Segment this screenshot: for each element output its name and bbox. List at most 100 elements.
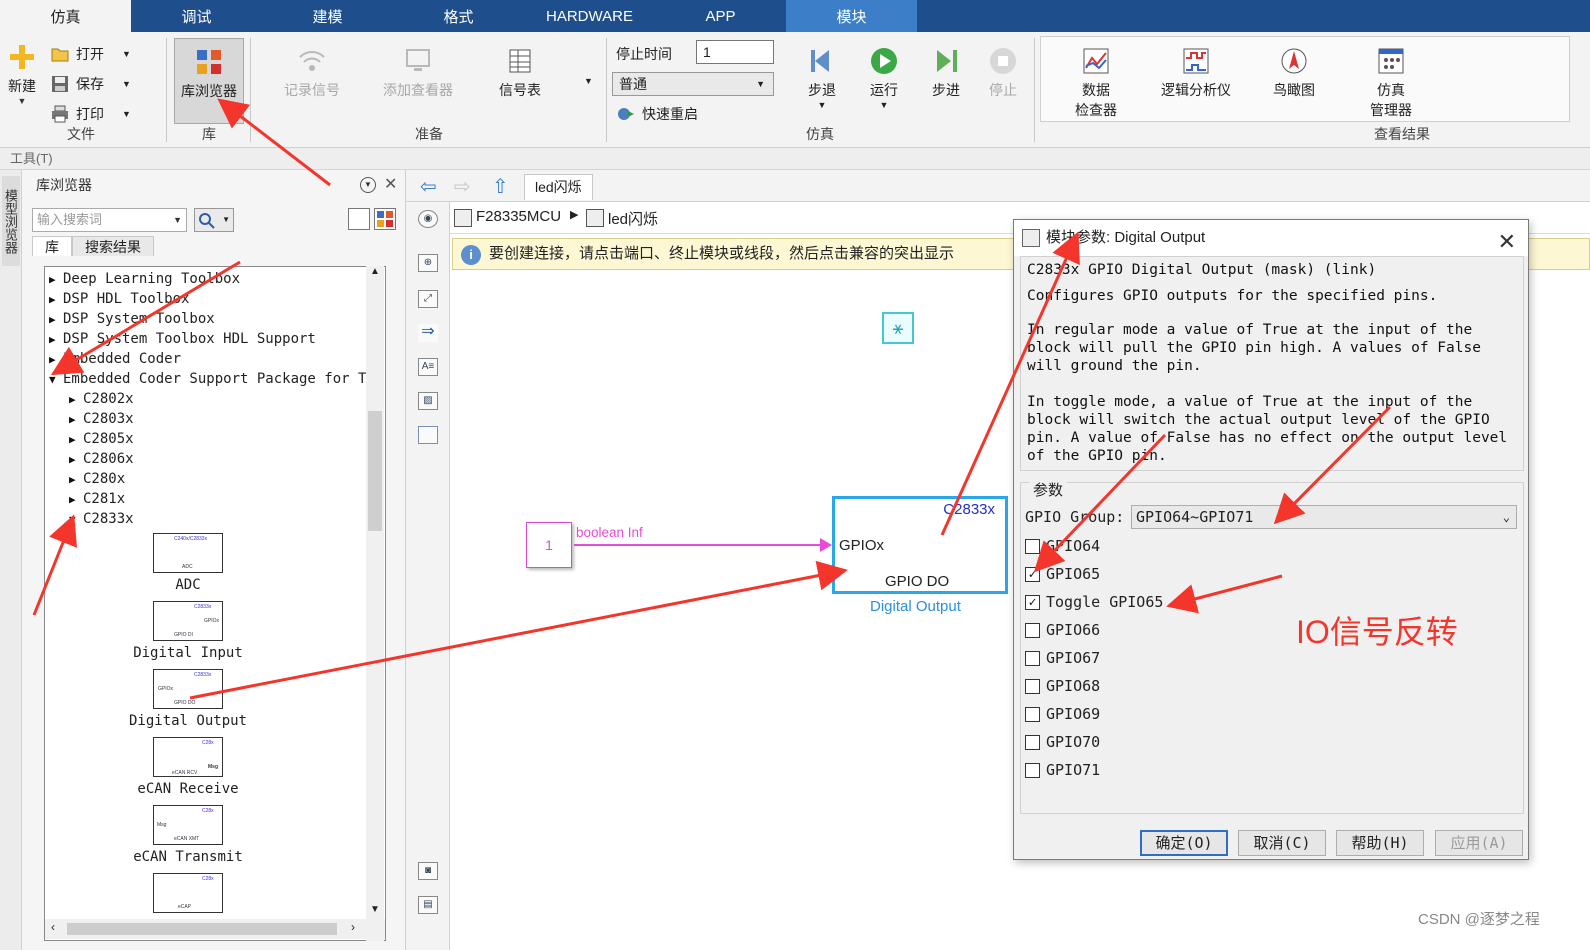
close-icon[interactable]: ✕ [1498,224,1516,260]
scroll-right-icon[interactable]: › [351,920,355,934]
fast-restart-button[interactable]: 快速重启 [616,104,698,124]
model-explorer-icon[interactable]: ▤ [418,896,438,914]
model-tab[interactable]: led闪烁 [524,174,593,200]
ecan-transmit-block-thumbnail[interactable]: C28x Msg eCAN XMT [153,805,223,845]
scroll-thumb[interactable] [368,411,382,531]
hardware-config-icon[interactable]: ⚹ [882,312,914,344]
scroll-left-icon[interactable]: ‹ [51,920,55,934]
arrow-right-icon[interactable]: ⇒ [418,324,438,342]
checkbox-gpio70[interactable]: GPIO70 [1025,733,1100,751]
grid-view-icon[interactable] [374,208,396,230]
step-back-button[interactable]: 步退 ▼ [796,46,848,110]
camera-icon[interactable]: ◙ [418,862,438,880]
back-arrow-icon[interactable]: ⇦ [420,174,437,199]
adc-block-thumbnail[interactable]: C240x/C2833x ADC [153,533,223,573]
checkbox-gpio67[interactable]: GPIO67 [1025,649,1100,667]
image-icon[interactable]: ▨ [418,392,438,410]
step-forward-button[interactable]: 步进 [920,46,972,100]
open-button[interactable]: 打开 ▼ [50,44,131,64]
new-button[interactable]: 新建 ▼ [4,42,40,106]
checkbox-gpio64[interactable]: GPIO64 [1025,537,1100,555]
checkbox-gpio69[interactable]: GPIO69 [1025,705,1100,723]
gpio-group-select[interactable]: GPIO64~GPIO71 ⌄ [1131,505,1517,529]
panel-menu-icon[interactable]: ▼ [360,177,376,193]
model-browser-tab[interactable]: 模型浏览器 [2,176,20,266]
zoom-in-icon[interactable]: ⊕ [418,254,438,272]
ecap-block-thumbnail[interactable]: C28x eCAP [153,873,223,913]
tab-search-results[interactable]: 搜索结果 [72,236,154,256]
up-arrow-icon[interactable]: ⇧ [492,174,509,199]
tree-item[interactable]: ▶ C2803x [69,409,134,429]
tab-apps[interactable]: APP [655,0,786,32]
tree-item[interactable]: ▶ C2806x [69,449,134,469]
tree-item[interactable]: ▶ C280x [69,469,125,489]
horizontal-scrollbar[interactable]: ‹ › [45,919,385,939]
digital-output-block[interactable]: C2833x GPIOx GPIO DO [832,496,1008,594]
save-button[interactable]: 保存 ▼ [50,74,131,94]
forward-arrow-icon[interactable]: ⇨ [454,174,471,199]
signal-line[interactable] [574,544,824,546]
ok-button[interactable]: 确定(O) [1140,830,1228,856]
tree-item[interactable]: ▶ Embedded Coder [49,349,181,369]
tree-item[interactable]: ▶ C2805x [69,429,134,449]
scroll-down-icon[interactable]: ▼ [370,904,380,915]
list-view-icon[interactable] [348,208,370,230]
stop-button[interactable]: 停止 [980,46,1026,100]
tab-simulation[interactable]: 仿真 [0,0,131,32]
annotation-icon[interactable]: A≡ [418,358,438,376]
tree-item[interactable]: ▼ C2833x [69,509,134,529]
checkbox-gpio65[interactable]: ✓ GPIO65 [1025,565,1100,583]
tab-library[interactable]: 库 [32,236,72,256]
tab-format[interactable]: 格式 [393,0,524,32]
fit-view-icon[interactable]: ⤢ [418,290,438,308]
search-button[interactable]: ▼ [194,208,234,232]
tree-item[interactable]: ▶ DSP System Toolbox HDL Support [49,329,316,349]
block-name-label[interactable]: Digital Output [870,598,961,615]
block-body-label: GPIO DO [885,573,950,590]
tree-item[interactable]: ▶ C2802x [69,389,134,409]
checkbox-gpio68[interactable]: GPIO68 [1025,677,1100,695]
logic-analyzer-button[interactable]: 逻辑分析仪 [1152,46,1240,100]
tools-bar[interactable]: 工具(T) [0,148,1590,170]
tab-block[interactable]: 模块 [786,0,917,32]
birds-eye-button[interactable]: 鸟瞰图 [1260,46,1328,100]
breadcrumb-model[interactable]: led闪烁 [608,208,658,229]
digital-output-block-thumbnail[interactable]: C2833x GPIOx GPIO DO [153,669,223,709]
tree-item[interactable]: ▶ C281x [69,489,125,509]
run-button[interactable]: 运行 ▼ [858,46,910,110]
checkbox-gpio66[interactable]: GPIO66 [1025,621,1100,639]
ecan-receive-block-thumbnail[interactable]: C28x Msg eCAN RCV [153,737,223,777]
close-icon[interactable]: ✕ [384,170,397,200]
signal-table-button[interactable]: 信号表 [484,46,556,100]
tab-modeling[interactable]: 建模 [262,0,393,32]
library-browser-button[interactable]: 库浏览器 [174,38,244,124]
scroll-up-icon[interactable]: ▲ [370,266,380,277]
add-viewer-button[interactable]: 添加查看器 [372,46,464,100]
vertical-scrollbar[interactable]: ▲ ▼ [366,266,384,941]
tree-item[interactable]: ▼ Embedded Coder Support Package for Te. [49,369,383,389]
breadcrumb-root[interactable]: F28335MCU [476,208,561,225]
cancel-button[interactable]: 取消(C) [1238,830,1326,856]
sim-mode-select[interactable]: 普通 ▼ [612,72,774,96]
help-button[interactable]: 帮助(H) [1336,830,1424,856]
tree-item[interactable]: ▶ DSP System Toolbox [49,309,215,329]
print-button[interactable]: 打印 ▼ [50,104,131,124]
data-inspector-button[interactable]: 数据 检查器 [1062,46,1130,120]
apply-button[interactable]: 应用(A) [1435,830,1523,856]
tree-item[interactable]: ▶ DSP HDL Toolbox [49,289,189,309]
tab-hardware[interactable]: HARDWARE [524,0,655,32]
area-icon[interactable] [418,426,438,444]
digital-input-block-thumbnail[interactable]: C2833x GPIOx GPIO DI [153,601,223,641]
chevron-down-icon[interactable]: ▼ [584,76,593,86]
library-search-input[interactable]: 输入搜索词 ▼ [32,208,187,232]
checkbox-toggle-gpio65[interactable]: ✓ Toggle GPIO65 [1025,593,1163,611]
stop-time-input[interactable]: 1 [696,40,774,64]
tab-debug[interactable]: 调试 [131,0,262,32]
constant-block[interactable]: 1 [526,522,572,568]
tree-item[interactable]: ▶ Deep Learning Toolbox [49,269,240,289]
checkbox-gpio71[interactable]: GPIO71 [1025,761,1100,779]
scroll-thumb[interactable] [67,923,337,935]
log-signals-button[interactable]: 记录信号 [274,46,350,100]
hide-show-icon[interactable]: ◉ [418,210,438,228]
sim-manager-button[interactable]: 仿真 管理器 [1356,46,1426,120]
